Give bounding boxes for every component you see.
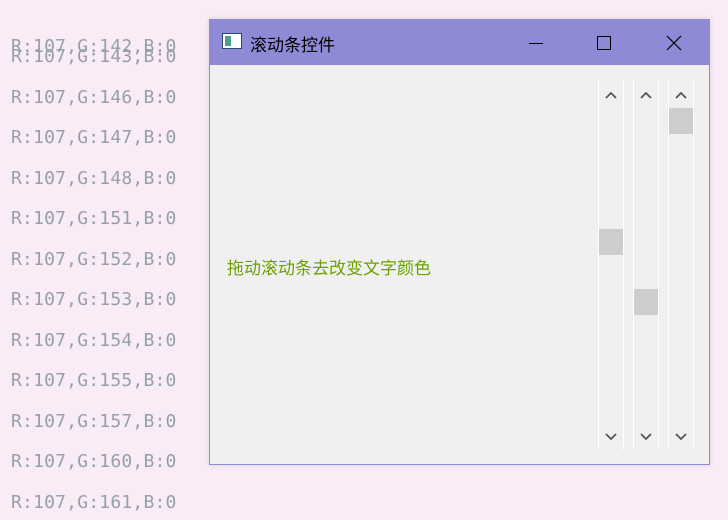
log-line: R:107,G:146,B:0 <box>11 87 177 108</box>
log-line: R:107,G:147,B:0 <box>11 127 177 148</box>
log-line: R:107,G:143,B:0 <box>11 46 177 67</box>
log-line: R:107,G:157,B:0 <box>11 411 177 432</box>
maximize-button[interactable] <box>569 20 639 65</box>
scroll-up-button[interactable] <box>669 82 693 108</box>
log-line: R:107,G:160,B:0 <box>11 451 177 472</box>
background-console-log: R:107,G:142,B:0 R:107,G:143,B:0 R:107,G:… <box>11 0 211 520</box>
chevron-down-icon <box>640 433 652 441</box>
color-label: 拖动滚动条去改变文字颜色 <box>227 259 431 279</box>
scroll-up-button[interactable] <box>599 82 623 108</box>
chevron-down-icon <box>605 433 617 441</box>
chevron-down-icon <box>675 433 687 441</box>
scroll-down-button[interactable] <box>599 424 623 450</box>
close-button[interactable] <box>639 20 709 65</box>
chevron-up-icon <box>640 91 652 99</box>
scroll-track[interactable] <box>634 108 658 422</box>
log-line: R:107,G:161,B:0 <box>11 492 177 513</box>
log-line: R:107,G:153,B:0 <box>11 289 177 310</box>
scrollbar-blue[interactable] <box>668 80 694 450</box>
log-line: R:107,G:151,B:0 <box>11 208 177 229</box>
window-title: 滚动条控件 <box>250 36 335 56</box>
log-line: R:107,G:148,B:0 <box>11 168 177 189</box>
window-content: 拖动滚动条去改变文字颜色 <box>210 65 709 464</box>
scroll-down-button[interactable] <box>669 424 693 450</box>
chevron-up-icon <box>605 91 617 99</box>
scrollbar-green[interactable] <box>633 80 659 450</box>
scroll-track[interactable] <box>599 108 623 422</box>
scroll-thumb[interactable] <box>599 229 623 255</box>
log-line: R:107,G:152,B:0 <box>11 249 177 270</box>
close-icon <box>666 35 682 50</box>
minimize-button[interactable] <box>501 20 571 65</box>
window-title-bar[interactable]: 滚动条控件 <box>210 20 709 65</box>
log-line: R:107,G:155,B:0 <box>11 370 177 391</box>
scroll-track[interactable] <box>669 108 693 422</box>
scroll-thumb[interactable] <box>634 289 658 315</box>
scroll-thumb[interactable] <box>669 108 693 134</box>
scroll-down-button[interactable] <box>634 424 658 450</box>
minimize-icon <box>529 42 543 44</box>
app-window-icon <box>222 33 242 49</box>
scroll-up-button[interactable] <box>634 82 658 108</box>
chevron-up-icon <box>675 91 687 99</box>
scrollbar-demo-window: 滚动条控件 拖动滚动条去改变文字颜色 <box>209 19 710 465</box>
log-line: R:107,G:154,B:0 <box>11 330 177 351</box>
scrollbar-red[interactable] <box>598 80 624 450</box>
maximize-icon <box>597 35 611 50</box>
